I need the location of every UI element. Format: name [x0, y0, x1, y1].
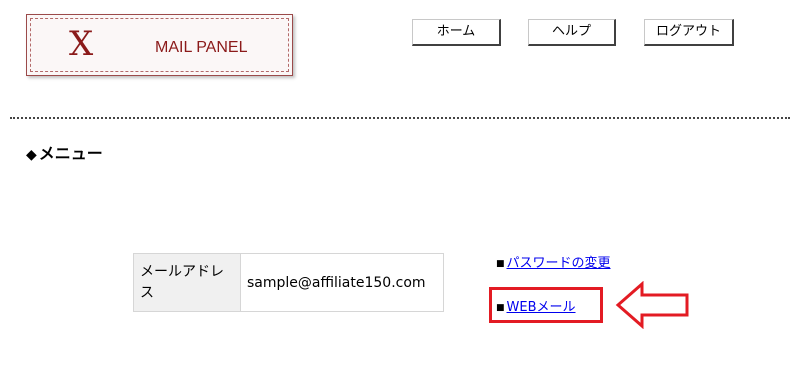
account-table: メールアドレス sample@affiliate150.com — [133, 253, 444, 312]
diamond-icon: ◆ — [26, 147, 37, 163]
menu-heading: ◆ メニュー — [26, 140, 103, 164]
divider — [10, 117, 790, 119]
logo: X MAIL PANEL — [26, 14, 293, 76]
password-change-link[interactable]: パスワードの変更 — [507, 256, 611, 271]
help-button[interactable]: ヘルプ — [528, 19, 616, 46]
logout-button[interactable]: ログアウト — [644, 19, 734, 46]
logo-text: MAIL PANEL — [155, 39, 248, 56]
square-bullet-icon: ■ — [496, 259, 505, 269]
table-row: メールアドレス sample@affiliate150.com — [133, 253, 444, 312]
menu-title: メニュー — [38, 144, 103, 163]
email-label: メールアドレス — [133, 253, 241, 312]
logo-mark: X — [69, 24, 94, 64]
home-button[interactable]: ホーム — [412, 19, 501, 46]
highlight-box — [489, 287, 603, 323]
email-value: sample@affiliate150.com — [240, 253, 444, 312]
arrow-left-icon — [615, 281, 689, 329]
link-item-password: ■ パスワードの変更 — [496, 252, 611, 271]
